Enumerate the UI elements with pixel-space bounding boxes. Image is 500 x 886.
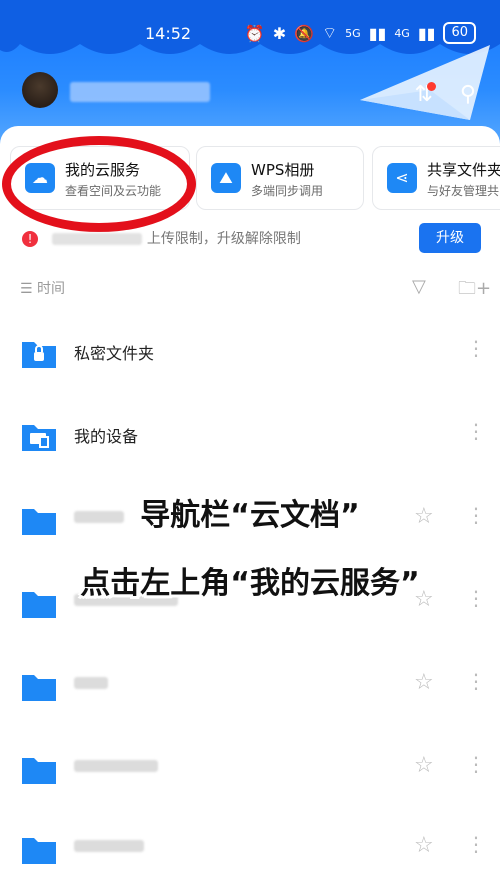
folder-icon [22,675,56,701]
notification-dot [426,82,436,91]
username-blurred [70,82,210,102]
more-icon[interactable]: ⋮ [466,671,486,691]
transfer-icon[interactable]: ⇅ [414,82,436,107]
new-folder-icon[interactable]: 🗀+ [458,276,491,306]
highlight-circle [2,136,196,232]
list-item[interactable]: ☆ ⋮ [0,746,500,806]
private-folder-icon [22,342,56,368]
more-icon[interactable]: ⋮ [466,834,486,854]
star-icon[interactable]: ☆ [414,753,434,778]
avatar[interactable] [22,72,58,108]
warning-text: 上传限制，升级解除限制 [146,231,301,247]
shared-folder-card[interactable]: ⋖ 共享文件夹 与好友管理共 [372,146,500,210]
card-title: 共享文件夹 [427,161,500,179]
more-icon[interactable]: ⋮ [466,421,486,441]
bluetooth-icon: ✱ [272,23,287,43]
file-name: 我的设备 [74,427,139,446]
battery-indicator: 60 [443,22,476,44]
share-icon: ⋖ [387,163,417,193]
list-item[interactable]: ☆ ⋮ [0,663,500,723]
sort-label: 时间 [37,281,66,297]
sort-by-time[interactable]: ☰ 时间 [20,278,65,298]
signal-bars-icon-2: ▮▮ [417,23,436,43]
clock: 14:52 [145,24,192,43]
star-icon[interactable]: ☆ [414,833,434,858]
album-icon: ⛰ [211,163,241,193]
star-icon[interactable]: ☆ [414,670,434,695]
blurred-name [74,677,108,689]
wifi-icon: ⌔ [322,23,338,42]
signal-5g: 5G [345,26,361,40]
caption-line-1: 导航栏“云文档” [140,498,360,533]
filter-icon[interactable]: ▽ [412,276,426,297]
signal-bars-icon: ▮▮ [368,23,387,43]
card-subtitle: 与好友管理共 [427,184,500,198]
blurred-name [74,840,144,852]
alarm-icon: ⏰ [244,23,265,43]
search-icon[interactable]: ⚲ [460,82,476,107]
mute-icon: 🔕 [294,23,315,43]
wps-album-card[interactable]: ⛰ WPS相册 多端同步调用 [196,146,364,210]
card-subtitle: 多端同步调用 [251,184,324,198]
upgrade-button[interactable]: 升级 [419,223,481,253]
blurred-text [52,233,143,245]
list-item[interactable]: ☆ ⋮ [0,826,500,886]
blurred-name [74,760,158,772]
caption-line-2: 点击左上角“我的云服务” [80,566,420,601]
more-icon[interactable]: ⋮ [466,754,486,774]
status-bar: 14:52 ⏰ ✱ 🔕 ⌔ 5G ▮▮ 4G ▮▮ 60 [0,22,500,48]
card-title: WPS相册 [251,161,315,179]
device-folder-icon [22,425,56,451]
list-item[interactable]: 私密文件夹 ⋮ [0,330,500,390]
warning-icon: ! [22,231,38,247]
storage-warning: ! 上传限制，升级解除限制 [22,228,301,248]
list-item[interactable]: 我的设备 ⋮ [0,413,500,473]
signal-4g: 4G [394,26,410,40]
more-icon[interactable]: ⋮ [466,338,486,358]
folder-icon [22,758,56,784]
file-name: 私密文件夹 [74,344,155,363]
